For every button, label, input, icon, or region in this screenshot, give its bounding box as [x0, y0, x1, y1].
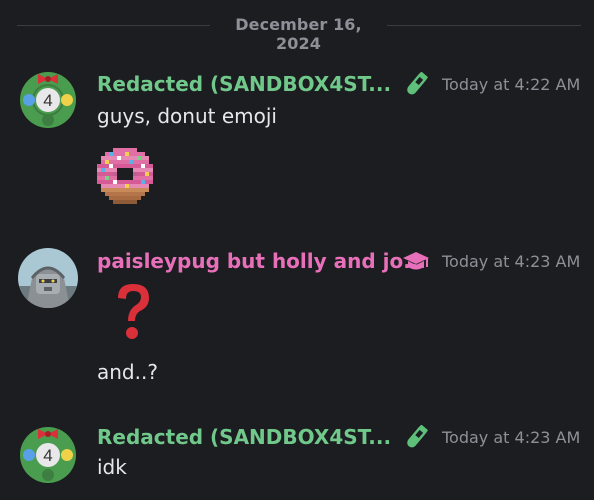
avatar-badge: 4 — [43, 446, 52, 465]
message-text: and..? — [97, 360, 158, 384]
author-name[interactable]: paisleypug but holly and jo... — [97, 247, 426, 275]
wreath-avatar-icon[interactable]: 4 — [18, 423, 78, 483]
test-tube-icon[interactable] — [401, 423, 431, 451]
message-header: Redacted (SANDBOX4ST... Today at 4:23 AM — [97, 423, 594, 453]
author-name[interactable]: Redacted (SANDBOX4ST... — [97, 70, 391, 98]
message-header: Redacted (SANDBOX4ST... Today at 4:22 AM — [97, 70, 594, 100]
donut-emoji-icon — [97, 148, 153, 204]
author-name[interactable]: Redacted (SANDBOX4ST... — [97, 423, 391, 451]
divider-line-right — [387, 25, 581, 26]
message-timestamp: Today at 4:23 AM — [442, 252, 581, 271]
chat-view: December 16, 2024 4 Redacted (SANDBOX4ST… — [0, 0, 594, 500]
divider-line-left — [17, 25, 210, 26]
graduation-cap-icon[interactable] — [401, 247, 431, 275]
message-text: idk — [97, 455, 127, 479]
message-timestamp: Today at 4:23 AM — [442, 428, 581, 447]
avatar-badge: 4 — [43, 91, 52, 110]
message-header: paisleypug but holly and jo... Today at … — [97, 247, 594, 277]
test-tube-icon[interactable] — [401, 70, 431, 98]
robot-avatar-icon[interactable] — [18, 248, 78, 308]
date-label: December 16, 2024 — [235, 15, 362, 53]
message-timestamp: Today at 4:22 AM — [442, 75, 581, 94]
message-text: guys, donut emoji — [97, 104, 277, 128]
date-divider: December 16, 2024 — [0, 13, 594, 53]
wreath-avatar-icon[interactable]: 4 — [18, 68, 78, 128]
question-mark-emoji-icon — [118, 284, 149, 339]
